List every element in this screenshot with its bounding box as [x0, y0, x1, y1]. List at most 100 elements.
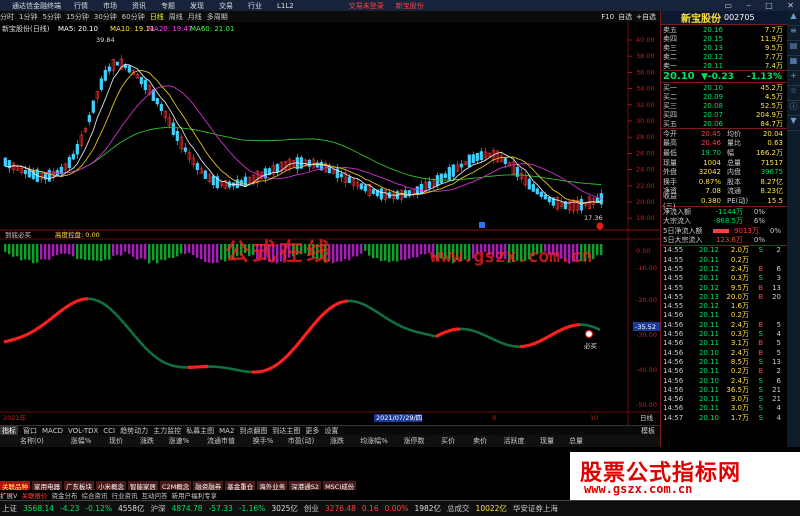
- list-header-col[interactable]: 总量: [562, 436, 590, 446]
- list-header-col[interactable]: 换手%: [246, 436, 280, 446]
- period-1min[interactable]: 1分钟: [19, 12, 37, 22]
- list-header-col[interactable]: 涨跌: [322, 436, 352, 446]
- sector-tag[interactable]: 小米概念: [96, 481, 126, 490]
- strip-btn-up-icon[interactable]: ▲: [787, 11, 800, 26]
- event-marker-icon[interactable]: [479, 222, 485, 228]
- strip-btn-chart-icon[interactable]: ▤: [787, 41, 800, 56]
- hs-index-amount: 3025亿: [271, 504, 298, 513]
- bottom-tab[interactable]: 新用户福利专享: [171, 490, 217, 500]
- kline-chart[interactable]: 新宝股份(日线) MA5: 20.10 MA10: 19.11 MA20: 19…: [0, 22, 660, 425]
- list-header-col[interactable]: 涨停数: [396, 436, 432, 446]
- tick-side: S: [758, 385, 763, 394]
- tab-ma2[interactable]: MA2: [219, 427, 234, 435]
- cy-index-change: 0.16: [361, 504, 379, 513]
- menu-l1l2[interactable]: L1L2: [277, 2, 294, 10]
- event-marker-red-icon[interactable]: [596, 222, 604, 230]
- strip-btn-grid-icon[interactable]: ▦: [787, 56, 800, 71]
- menu-market[interactable]: 行情: [74, 1, 88, 11]
- tab-window[interactable]: 窗口: [23, 426, 37, 435]
- period-month[interactable]: 月线: [188, 12, 202, 22]
- f10-button[interactable]: F10: [601, 13, 614, 21]
- bottom-tab[interactable]: 关联报价: [21, 490, 47, 500]
- sector-tag[interactable]: 海外业务: [257, 481, 288, 490]
- list-header-col[interactable]: 卖价: [464, 436, 496, 446]
- sh-index-change: -4.23: [60, 504, 80, 513]
- add-watchlist-button[interactable]: +自选: [636, 12, 656, 22]
- period-intraday[interactable]: 分时: [0, 12, 14, 22]
- stat-label: 幅: [727, 148, 734, 157]
- tab-vol[interactable]: VOL-TDX: [68, 427, 98, 435]
- sector-tag[interactable]: 智能家居: [128, 481, 158, 490]
- list-header-col[interactable]: 涨速%: [162, 436, 196, 446]
- bottom-tab[interactable]: 互动问答: [141, 490, 167, 500]
- bottom-tab[interactable]: 扩展V: [0, 490, 17, 500]
- right-tool-strip[interactable]: ▲ ≡ ▤ ▦ + ☆ ⓘ ▼: [787, 11, 800, 447]
- sector-tag[interactable]: 基金重仓: [225, 481, 256, 490]
- window-controls[interactable]: ▭ ⎯ □ ✕: [725, 1, 800, 11]
- bottom-tab[interactable]: 综合资讯: [81, 490, 107, 500]
- menu-topic[interactable]: 专题: [161, 1, 175, 11]
- period-multi[interactable]: 多周期: [207, 12, 228, 22]
- list-header-col[interactable]: 涨幅%: [62, 436, 100, 446]
- tick-row: 14:56 20.11 8.5万 S 13: [661, 357, 787, 366]
- tab-indicator[interactable]: 指标: [0, 426, 18, 435]
- list-header-col[interactable]: 活跃度: [496, 436, 532, 446]
- hs-index-value: 4874.78: [171, 504, 203, 513]
- menu-trade[interactable]: 交易: [219, 1, 233, 11]
- menu-industry[interactable]: 行业: [248, 1, 262, 11]
- stock-tag[interactable]: 新宝股份: [396, 1, 424, 11]
- sector-tag[interactable]: 广东板块: [64, 481, 94, 490]
- period-60min[interactable]: 60分钟: [122, 12, 145, 22]
- list-header-col[interactable]: 均涨幅%: [352, 436, 396, 446]
- menu-info[interactable]: 资讯: [132, 1, 146, 11]
- tab-more[interactable]: 更多: [305, 426, 319, 435]
- trade-login-status[interactable]: 交易未登录: [349, 1, 384, 11]
- list-header-col[interactable]: 流通市值: [196, 436, 246, 446]
- menu-scope[interactable]: 市场: [103, 1, 117, 11]
- sector-tag[interactable]: 家用电器: [32, 481, 62, 490]
- tab-trend[interactable]: 趋势动力: [120, 426, 148, 435]
- strip-btn-star-icon[interactable]: ☆: [787, 86, 800, 101]
- watchlist-button[interactable]: 自选: [618, 12, 632, 22]
- related-sectors: 关联品种 家用电器 广东板块 小米概念 智能家居 C2M概念 融资融券 基金重仓 海外业务 深港通…: [0, 481, 570, 490]
- strip-btn-list-icon[interactable]: ≡: [787, 26, 800, 41]
- buy-signal-icon[interactable]: [584, 329, 594, 339]
- strip-btn-plus-icon[interactable]: +: [787, 71, 800, 86]
- tab-cci[interactable]: CCI: [103, 427, 115, 435]
- sector-tag[interactable]: 深港通S2: [289, 481, 322, 490]
- bottom-tab[interactable]: 资金分布: [51, 490, 77, 500]
- period-day[interactable]: 日线: [150, 12, 164, 22]
- tab-settings[interactable]: 设置: [324, 426, 338, 435]
- menu-discover[interactable]: 发现: [190, 1, 204, 11]
- tick-count: 6: [776, 376, 781, 385]
- strip-btn-info-icon[interactable]: ⓘ: [787, 101, 800, 116]
- list-header-col[interactable]: 市盈(动): [280, 436, 322, 446]
- sector-tag[interactable]: MSCI成份: [323, 481, 357, 490]
- list-header-col[interactable]: 现价: [100, 436, 132, 446]
- sector-tag[interactable]: 关联品种: [0, 481, 30, 490]
- sector-tag[interactable]: 融资融券: [193, 481, 224, 490]
- fund-flow-row: 5日净流入额 9013万 0%: [661, 226, 787, 236]
- list-header-col[interactable]: 买价: [432, 436, 464, 446]
- stat-label: 换手: [663, 177, 677, 186]
- bottom-tab[interactable]: 行业资讯: [111, 490, 137, 500]
- sector-tag[interactable]: C2M概念: [160, 481, 192, 490]
- fund-flow-pct: 0%: [769, 226, 781, 235]
- tab-main[interactable]: 到达主图: [272, 426, 300, 435]
- kline-chart-area[interactable]: 新宝股份(日线) MA5: 20.10 MA10: 19.11 MA20: 19…: [0, 22, 660, 425]
- period-30min[interactable]: 30分钟: [94, 12, 117, 22]
- list-header-col[interactable]: 名称(0): [0, 436, 62, 446]
- date-label-oct: 10: [590, 414, 598, 422]
- tab-flip[interactable]: 到点翻图: [239, 426, 267, 435]
- list-header-col[interactable]: 现量: [532, 436, 562, 446]
- period-15min[interactable]: 15分钟: [66, 12, 89, 22]
- tab-private[interactable]: 私募主图: [186, 426, 214, 435]
- list-header-col[interactable]: 涨跌: [132, 436, 162, 446]
- template-button[interactable]: 模板: [641, 426, 655, 435]
- tab-macd[interactable]: MACD: [42, 427, 63, 435]
- tab-monitor[interactable]: 主力监控: [153, 426, 181, 435]
- period-5min[interactable]: 5分钟: [42, 12, 60, 22]
- period-week[interactable]: 周线: [169, 12, 183, 22]
- strip-btn-down-icon[interactable]: ▼: [787, 116, 800, 131]
- tick-row: 14:55 20.12 2.4万 B 6: [661, 264, 787, 273]
